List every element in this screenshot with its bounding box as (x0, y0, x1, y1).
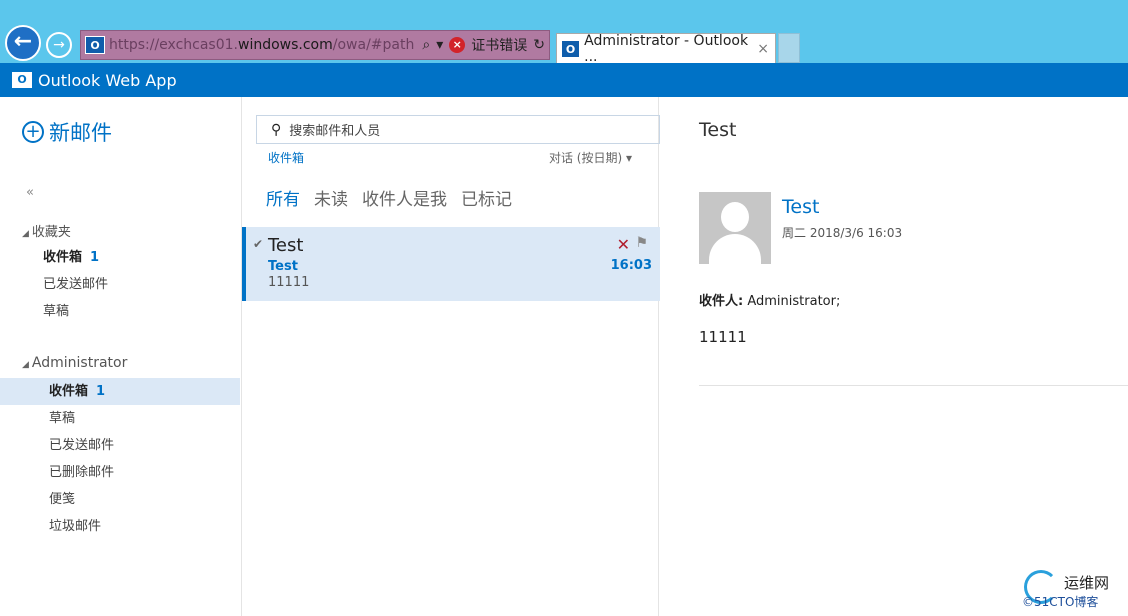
delete-icon[interactable]: ✕ (617, 235, 630, 254)
message-body: 11111 (699, 328, 747, 346)
watermark-line2: ©51CTO博客 (1022, 595, 1099, 609)
outlook-logo-icon: O (12, 72, 32, 88)
message-time: 16:03 (610, 258, 652, 273)
folder-label: 收件箱 (43, 250, 83, 265)
app-header: O Outlook Web App (0, 63, 1128, 97)
folder-label: 垃圾邮件 (49, 519, 102, 534)
folder-label: 便笺 (49, 492, 76, 507)
folder-item-drafts[interactable]: 草稿 (0, 405, 240, 432)
close-tab-icon[interactable]: × (757, 41, 769, 57)
folder-item-sent[interactable]: 已发送邮件 (0, 432, 240, 459)
checkmark-icon[interactable]: ✔ (253, 237, 263, 251)
favorite-item-sent[interactable]: 已发送邮件 (0, 271, 240, 298)
filter-to-me[interactable]: 收件人是我 (362, 185, 447, 210)
new-mail-label: 新邮件 (49, 121, 112, 145)
message-list-pane: ⚲ 搜索邮件和人员 收件箱 对话 (按日期) ▾ 所有 未读 收件人是我 已标记… (241, 97, 660, 616)
recipients-label: 收件人: (699, 294, 744, 309)
triangle-down-icon: ◢ (22, 360, 29, 370)
forward-button[interactable]: → (46, 32, 72, 58)
app-title: Outlook Web App (38, 70, 177, 90)
search-icon: ⚲ (271, 121, 282, 138)
reading-date: 周二 2018/3/6 16:03 (782, 226, 903, 240)
account-header[interactable]: ◢ Administrator (22, 355, 127, 371)
folder-label: 收件箱 (49, 384, 89, 399)
triangle-down-icon: ◢ (22, 229, 29, 239)
avatar (699, 192, 771, 264)
folder-item-deleted[interactable]: 已删除邮件 (0, 459, 240, 486)
search-placeholder: 搜索邮件和人员 (289, 124, 381, 139)
plus-circle-icon: + (22, 121, 44, 143)
folder-label: 已发送邮件 (43, 277, 109, 292)
recipients-line: 收件人: Administrator; (699, 290, 840, 309)
unread-count: 1 (90, 250, 100, 265)
cert-error-icon[interactable]: × (449, 37, 466, 53)
address-bar[interactable]: O https://exchcas01. windows.com/owa/#pat… (80, 30, 550, 60)
message-sender: Test (268, 259, 298, 274)
arrow-left-icon: ← (13, 29, 33, 54)
favorites-header-label: 收藏夹 (31, 225, 71, 240)
arrow-right-icon: → (53, 37, 65, 53)
reading-pane: Test Test 周二 2018/3/6 16:03 收件人: Adminis… (660, 97, 1128, 616)
current-folder-label: 收件箱 (268, 151, 305, 165)
collapse-pane-button[interactable]: « (26, 185, 34, 200)
folder-label: 草稿 (43, 304, 70, 319)
message-preview: 11111 (268, 275, 310, 290)
reading-sender[interactable]: Test (782, 196, 819, 218)
sort-dropdown[interactable]: 对话 (按日期) ▾ (549, 149, 632, 166)
avatar-head-shape (721, 202, 749, 232)
outlook-favicon-icon: O (85, 36, 105, 54)
new-tab-button[interactable] (778, 33, 800, 63)
address-tools: ⌕ ▾ × 证书错误 ↻ (422, 35, 545, 55)
watermark-line1: 运维网 (1064, 574, 1110, 592)
filter-all[interactable]: 所有 (266, 185, 300, 210)
url-path: /owa/#path (332, 37, 415, 53)
cert-error-label[interactable]: 证书错误 (471, 35, 527, 55)
filter-unread[interactable]: 未读 (314, 185, 348, 210)
outlook-favicon-icon: O (561, 39, 581, 58)
recipients-value[interactable]: Administrator; (747, 294, 840, 309)
url-prefix: https://exchcas01. (109, 37, 238, 53)
message-list-item[interactable]: ✔ Test Test 11111 ✕ ⚑ 16:03 (242, 227, 660, 301)
folder-item-junk[interactable]: 垃圾邮件 (0, 513, 240, 540)
watermark: 运维网 ©51CTO博客 (1020, 568, 1128, 612)
favorites-header[interactable]: ◢ 收藏夹 (22, 221, 71, 240)
back-button[interactable]: ← (5, 25, 41, 61)
search-input[interactable]: ⚲ 搜索邮件和人员 (256, 115, 660, 144)
unread-count: 1 (96, 384, 106, 399)
avatar-body-shape (709, 234, 761, 264)
folder-item-notes[interactable]: 便笺 (0, 486, 240, 513)
browser-chrome: ← → O https://exchcas01. windows.com/owa/… (0, 0, 1128, 65)
message-subject: Test (268, 235, 304, 256)
reading-subject: Test (699, 119, 737, 141)
dropdown-icon[interactable]: ▾ (436, 37, 443, 53)
folder-pane: + 新邮件 « ◢ 收藏夹 收件箱 1 已发送邮件 草稿 ◢ Administrato… (0, 97, 240, 616)
url-host: windows.com (238, 37, 333, 53)
folder-label: 已发送邮件 (49, 438, 115, 453)
tab-title: Administrator - Outlook ... (584, 32, 749, 65)
folder-label: 已删除邮件 (49, 465, 115, 480)
favorite-item-inbox[interactable]: 收件箱 1 (0, 244, 240, 271)
favorite-item-drafts[interactable]: 草稿 (0, 298, 240, 325)
refresh-icon[interactable]: ↻ (533, 37, 545, 53)
folder-label: 草稿 (49, 411, 76, 426)
filter-bar: 所有 未读 收件人是我 已标记 (266, 185, 512, 210)
account-header-label: Administrator (31, 355, 128, 371)
divider (699, 385, 1128, 386)
filter-flagged[interactable]: 已标记 (461, 185, 512, 210)
flag-icon[interactable]: ⚑ (635, 235, 648, 251)
browser-tab[interactable]: O Administrator - Outlook ... × (556, 32, 776, 65)
search-icon[interactable]: ⌕ (422, 37, 430, 53)
folder-item-inbox[interactable]: 收件箱 1 (0, 378, 240, 405)
new-mail-button[interactable]: + 新邮件 (22, 117, 112, 147)
